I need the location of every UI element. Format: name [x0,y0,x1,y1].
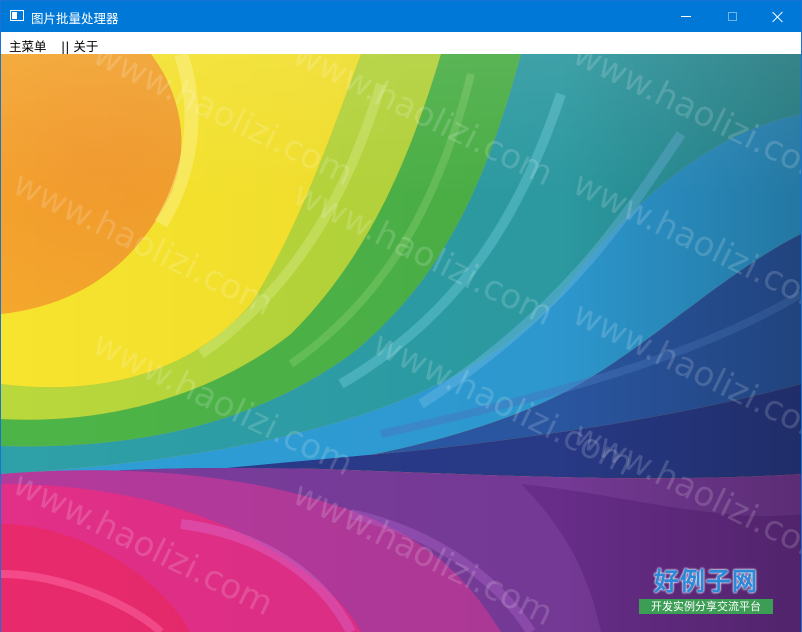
app-window: 图片批量处理器 主菜单 || 关于 好例子网 开发实例分享交流平台 [0,0,802,632]
app-window-icon [10,10,24,21]
rainbow-swirl-image [1,54,801,632]
maximize-button[interactable] [709,1,755,32]
maximize-icon [727,12,737,21]
title-bar[interactable]: 图片批量处理器 [1,1,801,32]
brand-name: 好例子网 [653,567,758,596]
menu-item-main[interactable]: 主菜单 [9,36,47,55]
menu-bar: 主菜单 || 关于 [1,32,801,54]
window-title: 图片批量处理器 [31,11,119,26]
brand-tagline: 开发实例分享交流平台 [639,599,773,614]
close-icon [772,11,784,23]
brand-logo: 好例子网 开发实例分享交流平台 [639,567,773,614]
menu-item-about[interactable]: || 关于 [61,36,98,55]
image-preview: www.haolizi.com www.haolizi.com www.haol… [1,54,801,632]
minimize-button[interactable] [663,1,709,32]
close-button[interactable] [755,1,801,32]
minimize-icon [681,16,691,17]
